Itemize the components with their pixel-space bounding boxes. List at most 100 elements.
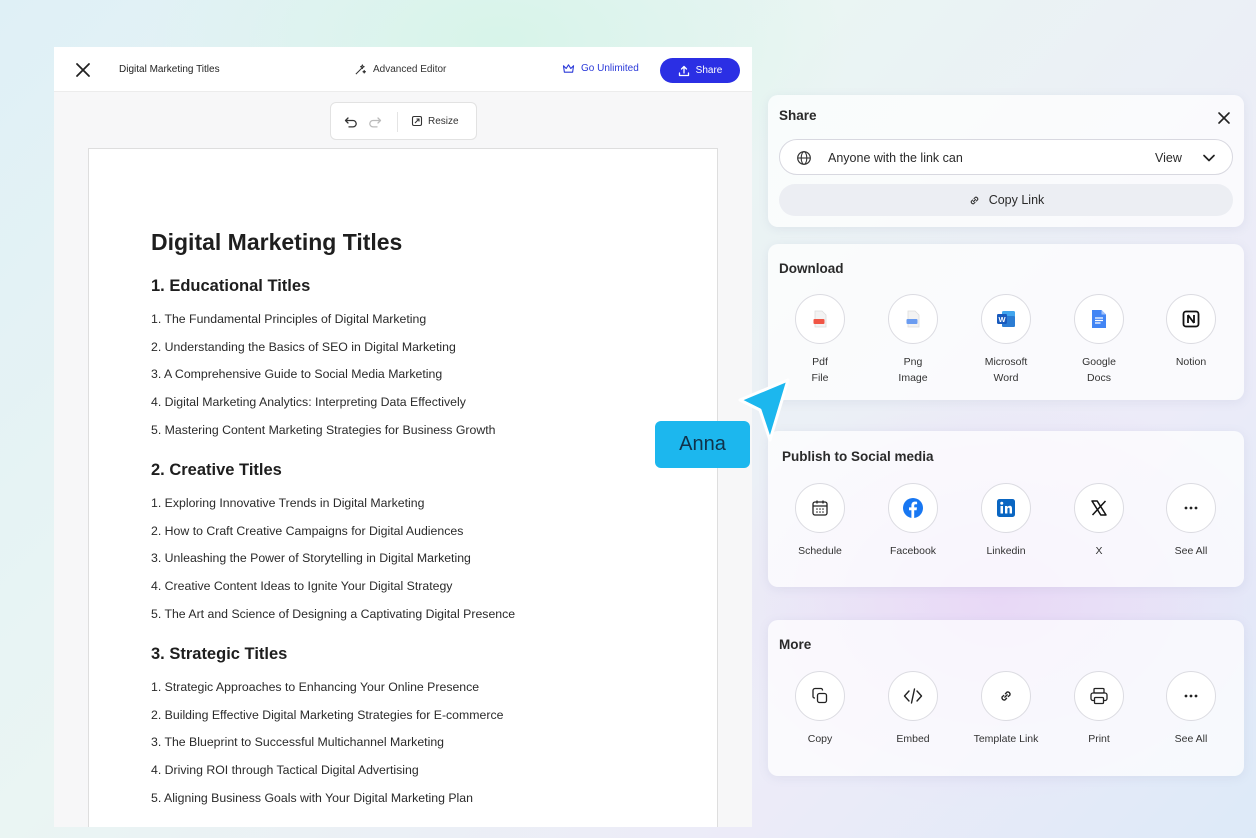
download-notion-option[interactable]: Notion xyxy=(1146,294,1236,370)
list-item: 4. Creative Content Ideas to Ignite Your… xyxy=(151,579,453,593)
template-link-option[interactable]: Template Link xyxy=(961,671,1051,747)
gdocs-label-line1: Google xyxy=(1082,356,1116,368)
resize-label: Resize xyxy=(428,115,459,127)
svg-text:W: W xyxy=(998,315,1006,324)
share-panel-title: Share xyxy=(779,108,817,123)
more-icon xyxy=(1184,506,1198,510)
link-permission-dropdown[interactable]: Anyone with the link can View xyxy=(779,139,1233,175)
option-circle: W xyxy=(981,294,1031,344)
list-item: 3. Unleashing the Power of Storytelling … xyxy=(151,551,471,565)
advanced-editor-button[interactable]: Advanced Editor xyxy=(354,63,446,76)
list-item: 3. A Comprehensive Guide to Social Media… xyxy=(151,367,443,381)
calendar-icon xyxy=(812,500,828,516)
option-circle xyxy=(981,671,1031,721)
facebook-option[interactable]: Facebook xyxy=(868,483,958,559)
more-panel-title: More xyxy=(779,637,812,652)
png-label-line2: Image xyxy=(898,372,928,384)
download-panel: Download Pdf File Png Image W Microsoft … xyxy=(768,244,1244,400)
resize-button[interactable]: Resize xyxy=(411,115,459,127)
editor-window: Digital Marketing Titles Advanced Editor… xyxy=(54,47,752,827)
go-unlimited-label: Go Unlimited xyxy=(581,63,639,74)
option-circle xyxy=(981,483,1031,533)
upload-icon xyxy=(678,65,689,76)
more-see-all-option[interactable]: See All xyxy=(1146,671,1236,747)
download-pdf-option[interactable]: Pdf File xyxy=(775,294,865,386)
section-heading: 3. Strategic Titles xyxy=(151,645,288,663)
share-panel: Share Anyone with the link can View Copy… xyxy=(768,95,1244,227)
social-panel-title: Publish to Social media xyxy=(782,449,934,464)
close-icon[interactable] xyxy=(1216,110,1232,126)
download-word-option[interactable]: W Microsoft Word xyxy=(961,294,1051,386)
schedule-option[interactable]: Schedule xyxy=(775,483,865,559)
redo-icon[interactable] xyxy=(367,114,383,130)
option-label: Png Image xyxy=(868,354,958,386)
print-option[interactable]: Print xyxy=(1054,671,1144,747)
download-png-option[interactable]: Png Image xyxy=(868,294,958,386)
word-label-line1: Microsoft xyxy=(984,356,1028,368)
list-item: 1. Strategic Approaches to Enhancing You… xyxy=(151,680,480,694)
advanced-editor-label: Advanced Editor xyxy=(373,64,447,75)
option-label: Microsoft Word xyxy=(961,354,1051,386)
go-unlimited-button[interactable]: Go Unlimited xyxy=(562,63,639,74)
printer-icon xyxy=(1090,687,1108,705)
more-icon xyxy=(1184,694,1198,698)
pdf-file-icon xyxy=(813,310,827,328)
section-heading: 2. Creative Titles xyxy=(151,461,282,479)
list-item: 4. Driving ROI through Tactical Digital … xyxy=(151,763,419,777)
option-circle xyxy=(1166,294,1216,344)
download-google-docs-option[interactable]: Google Docs xyxy=(1054,294,1144,386)
more-see-all-label: See All xyxy=(1174,733,1208,745)
pdf-label-line1: Pdf xyxy=(812,356,828,368)
list-item: 2. How to Craft Creative Campaigns for D… xyxy=(151,524,464,538)
social-see-all-label: See All xyxy=(1174,545,1208,557)
gdocs-label-line2: Docs xyxy=(1087,372,1111,384)
globe-icon xyxy=(797,151,811,165)
copy-label: Copy xyxy=(807,733,833,745)
option-circle xyxy=(795,294,845,344)
list-item: 2. Building Effective Digital Marketing … xyxy=(151,708,504,722)
resize-icon xyxy=(411,115,423,127)
undo-icon[interactable] xyxy=(343,114,359,130)
google-docs-icon xyxy=(1092,310,1106,328)
option-circle xyxy=(888,671,938,721)
list-item: 5. Aligning Business Goals with Your Dig… xyxy=(151,791,473,805)
document-page[interactable]: Digital Marketing Titles 1. Educational … xyxy=(88,148,718,827)
more-panel: More Copy Embed Template Link Print See … xyxy=(768,620,1244,776)
list-item: 1. Exploring Innovative Trends in Digita… xyxy=(151,496,425,510)
x-option[interactable]: X xyxy=(1054,483,1144,559)
notion-icon xyxy=(1182,310,1200,328)
share-button-label: Share xyxy=(695,65,723,76)
linkedin-option[interactable]: Linkedin xyxy=(961,483,1051,559)
option-circle xyxy=(1074,483,1124,533)
copy-icon xyxy=(812,687,828,704)
option-circle xyxy=(1166,483,1216,533)
option-label: Notion xyxy=(1146,354,1236,370)
download-panel-title: Download xyxy=(779,261,844,276)
option-label: Google Docs xyxy=(1054,354,1144,386)
embed-option[interactable]: Embed xyxy=(868,671,958,747)
social-see-all-option[interactable]: See All xyxy=(1146,483,1236,559)
edit-toolbar: Resize xyxy=(330,102,477,140)
copy-link-button[interactable]: Copy Link xyxy=(779,184,1233,216)
list-item: 1. The Fundamental Principles of Digital… xyxy=(151,312,427,326)
copy-option[interactable]: Copy xyxy=(775,671,865,747)
magic-wand-icon xyxy=(355,64,367,75)
toolbar-divider xyxy=(397,112,398,132)
embed-code-icon xyxy=(903,688,923,704)
option-circle xyxy=(1166,671,1216,721)
share-button[interactable]: Share xyxy=(660,58,740,83)
permission-value: View xyxy=(1155,151,1182,165)
option-circle xyxy=(795,483,845,533)
list-item: 5. The Art and Science of Designing a Ca… xyxy=(151,607,516,621)
list-item: 5. Mastering Content Marketing Strategie… xyxy=(151,423,496,437)
crown-icon xyxy=(562,64,575,73)
document-name: Digital Marketing Titles xyxy=(119,64,220,75)
editor-topbar: Digital Marketing Titles Advanced Editor… xyxy=(54,47,752,92)
template-link-label: Template Link xyxy=(973,733,1039,745)
facebook-label: Facebook xyxy=(889,545,937,557)
schedule-label: Schedule xyxy=(798,545,842,557)
close-icon[interactable] xyxy=(74,61,92,79)
png-label-line1: Png xyxy=(903,356,923,368)
option-circle xyxy=(888,294,938,344)
list-item: 3. The Blueprint to Successful Multichan… xyxy=(151,735,444,749)
